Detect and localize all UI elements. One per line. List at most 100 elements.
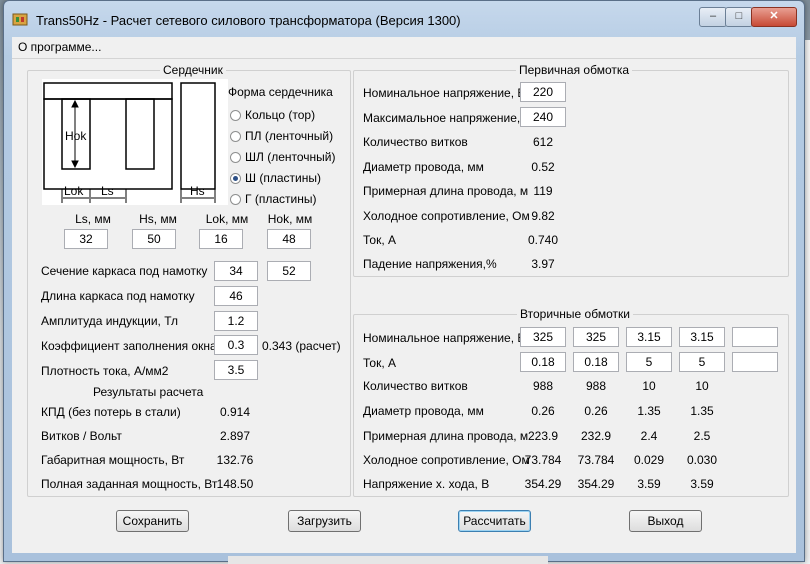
input-sec1-voltage[interactable]: 325 [520, 327, 566, 347]
secondary-label: Холодное сопротивление, Ом [363, 453, 530, 467]
label-lok: Lok [64, 184, 84, 198]
input-primary-max-voltage[interactable]: 240 [520, 107, 566, 127]
input-sec4-voltage[interactable]: 3.15 [679, 327, 725, 347]
maximize-icon: □ [735, 10, 743, 22]
primary-label: Номинальное напряжение, В [363, 86, 526, 100]
input-hok[interactable]: 48 [267, 229, 311, 249]
result-label: Полная заданная мощность, Вт [41, 477, 218, 491]
input-hs[interactable]: 50 [132, 229, 176, 249]
radio-circle [230, 131, 241, 142]
menu-bar: О программе... [12, 37, 796, 59]
primary-value: 0.52 [531, 160, 555, 174]
primary-label: Падение напряжения,% [363, 257, 497, 271]
input-sec3-current[interactable]: 5 [626, 352, 672, 372]
close-icon: ✕ [769, 10, 779, 22]
result-label: КПД (без потерь в стали) [41, 405, 181, 419]
radio-circle [230, 152, 241, 163]
radio-circle-selected [230, 173, 241, 184]
input-density[interactable]: 3.5 [214, 360, 258, 380]
result-label: Габаритная мощность, Вт [41, 453, 185, 467]
results-title: Результаты расчета [93, 385, 204, 399]
secondary-value: 988 [585, 379, 607, 393]
result-value: 132.76 [216, 453, 254, 467]
input-sec2-current[interactable]: 0.18 [573, 352, 619, 372]
secondary-value: 2.4 [640, 429, 658, 443]
primary-label: Количество витков [363, 135, 468, 149]
title-bar: Trans50Hz - Расчет сетевого силового тра… [4, 1, 804, 37]
secondary-label: Диаметр провода, мм [363, 404, 484, 418]
secondary-value: 0.26 [531, 404, 555, 418]
secondary-value: 0.029 [633, 453, 665, 467]
radio-circle [230, 110, 241, 121]
fill-label: Коэффициент заполнения окна [41, 339, 217, 353]
input-section-a[interactable]: 34 [214, 261, 258, 281]
input-sec2-voltage[interactable]: 325 [573, 327, 619, 347]
secondary-value: 354.29 [524, 477, 562, 491]
input-ls[interactable]: 32 [64, 229, 108, 249]
core-drawing: Hok Lok Ls Hs [42, 79, 228, 205]
shape-title: Форма сердечника [228, 85, 333, 99]
secondary-value: 354.29 [577, 477, 615, 491]
secondary-value: 10 [695, 379, 709, 393]
result-value: 2.897 [219, 429, 251, 443]
secondary-value: 3.59 [690, 477, 714, 491]
primary-label: Примерная длина провода, м [363, 184, 529, 198]
secondary-value: 1.35 [690, 404, 714, 418]
primary-label: Диаметр провода, мм [363, 160, 484, 174]
radio-shape-sh[interactable]: Ш (пластины) [230, 171, 321, 185]
menu-about[interactable]: О программе... [18, 40, 101, 54]
label-ls: Ls [101, 184, 114, 198]
minimize-button[interactable]: – [699, 7, 727, 27]
app-window: Trans50Hz - Расчет сетевого силового тра… [3, 0, 805, 562]
secondary-value: 988 [532, 379, 554, 393]
secondary-label: Ток, А [363, 356, 396, 370]
fill-calculated: 0.343 (расчет) [262, 339, 341, 353]
radio-shape-shl[interactable]: ШЛ (ленточный) [230, 150, 335, 164]
dim-label-lok: Lok, мм [205, 212, 249, 226]
primary-label: Холодное сопротивление, Ом [363, 209, 530, 223]
input-sec5-voltage[interactable] [732, 327, 778, 347]
radio-shape-g[interactable]: Г (пластины) [230, 192, 316, 206]
input-lok[interactable]: 16 [199, 229, 243, 249]
radio-circle [230, 194, 241, 205]
primary-value: 612 [532, 135, 554, 149]
load-button[interactable]: Загрузить [288, 510, 361, 532]
secondary-value: 73.784 [524, 453, 562, 467]
close-button[interactable]: ✕ [751, 7, 797, 27]
input-primary-voltage[interactable]: 220 [520, 82, 566, 102]
secondary-label: Напряжение х. хода, В [363, 477, 490, 491]
calculate-button[interactable]: Рассчитать [458, 510, 531, 532]
primary-value: 9.82 [531, 209, 555, 223]
window-title: Trans50Hz - Расчет сетевого силового тра… [36, 13, 461, 28]
input-induction[interactable]: 1.2 [214, 311, 258, 331]
radio-shape-pl[interactable]: ПЛ (ленточный) [230, 129, 333, 143]
radio-shape-toroid[interactable]: Кольцо (тор) [230, 108, 315, 122]
exit-button[interactable]: Выход [629, 510, 702, 532]
secondary-value: 10 [642, 379, 656, 393]
input-length[interactable]: 46 [214, 286, 258, 306]
result-label: Витков / Вольт [41, 429, 122, 443]
primary-value: 0.740 [527, 233, 559, 247]
secondary-value: 232.9 [580, 429, 612, 443]
save-button[interactable]: Сохранить [116, 510, 189, 532]
primary-label: Максимальное напряжение, В [363, 111, 532, 125]
input-section-b[interactable]: 52 [267, 261, 311, 281]
secondary-value: 0.030 [686, 453, 718, 467]
secondary-value: 0.26 [584, 404, 608, 418]
dim-label-hok: Hok, мм [267, 212, 313, 226]
induction-label: Амплитуда индукции, Тл [41, 314, 179, 328]
density-label: Плотность тока, А/мм2 [41, 364, 169, 378]
input-sec3-voltage[interactable]: 3.15 [626, 327, 672, 347]
input-sec5-current[interactable] [732, 352, 778, 372]
maximize-button[interactable]: □ [725, 7, 753, 27]
secondary-group-title: Вторичные обмотки [517, 307, 633, 321]
secondary-value: 73.784 [577, 453, 615, 467]
primary-value: 3.97 [531, 257, 555, 271]
input-fill[interactable]: 0.3 [214, 335, 258, 355]
dim-label-ls: Ls, мм [75, 212, 111, 226]
input-sec4-current[interactable]: 5 [679, 352, 725, 372]
minimize-icon: – [709, 10, 717, 22]
label-hs: Hs [190, 184, 205, 198]
core-group-title: Сердечник [160, 63, 226, 77]
input-sec1-current[interactable]: 0.18 [520, 352, 566, 372]
